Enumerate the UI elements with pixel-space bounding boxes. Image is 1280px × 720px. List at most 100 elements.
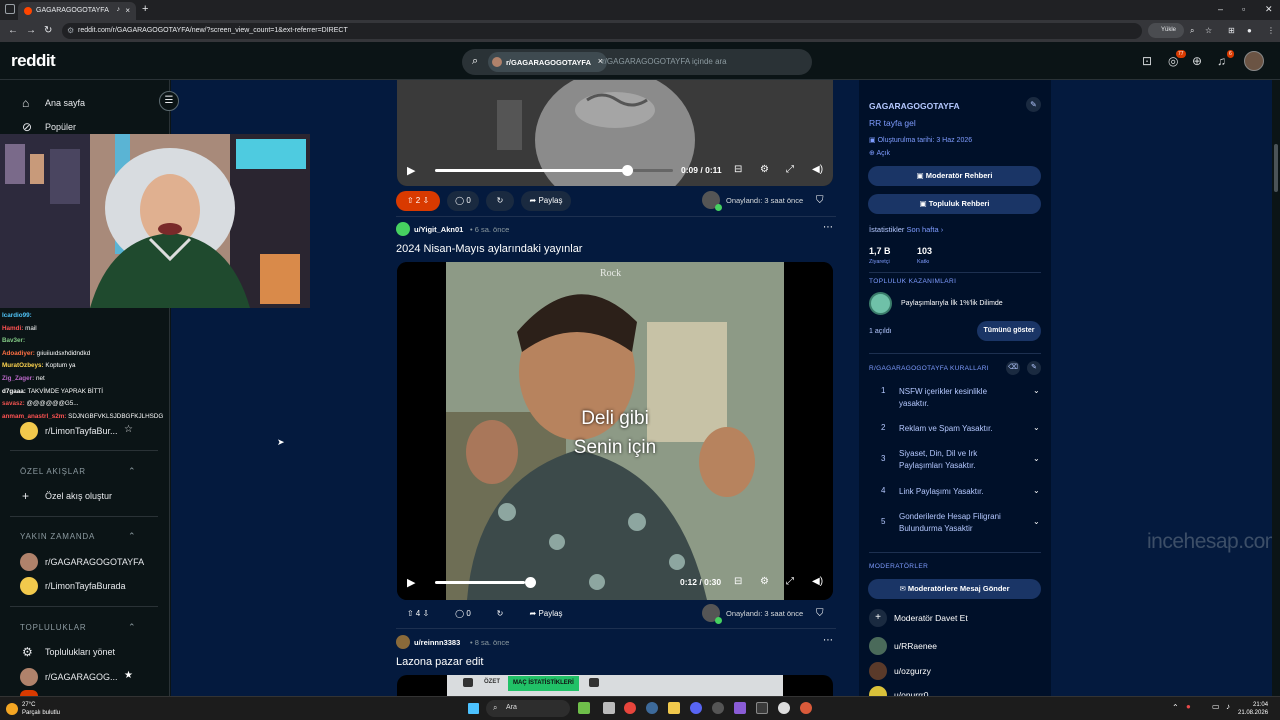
settings-gear-icon[interactable]: ⚙ [760, 164, 769, 175]
user-avatar[interactable] [1244, 51, 1264, 71]
recent-header[interactable]: YAKIN ZAMANDA ⌃ [20, 531, 136, 541]
reload-button[interactable]: ↻ [44, 25, 52, 36]
chevron-down-icon[interactable]: ⌄ [1033, 423, 1040, 432]
page-scrollbar[interactable] [1272, 80, 1280, 696]
mod-shield-icon[interactable]: ⛉ [816, 608, 824, 619]
notification-bell-icon[interactable]: ♫ [1217, 54, 1226, 68]
community-guide-button[interactable]: ▣ Topluluk Rehberi [868, 194, 1041, 214]
post2-progress-knob[interactable] [525, 577, 536, 588]
post2-user-avatar[interactable] [396, 222, 410, 236]
settings-gear-icon[interactable]: ⚙ [760, 576, 769, 587]
post2-title[interactable]: 2024 Nisan-Mayıs aylarındaki yayınlar [396, 243, 582, 255]
forward-button[interactable]: → [26, 25, 36, 36]
post1-progress-rest[interactable] [633, 169, 673, 172]
mod-shield-icon[interactable]: ⛉ [816, 195, 824, 206]
scrollbar-thumb[interactable] [1274, 144, 1278, 192]
downvote-icon[interactable]: ⇩ [422, 196, 429, 205]
url-field[interactable]: ⚙ reddit.com/r/GAGARAGOGOTAYFA/new/?scre… [62, 23, 1142, 39]
minimize-button[interactable]: – [1218, 4, 1223, 14]
post1-crosspost-button[interactable]: ↻ [486, 191, 514, 211]
post2-comments-button[interactable]: ◯ 0 [447, 604, 479, 624]
search-input[interactable]: r/GAGARAGOGOTAYFA içinde ara [602, 57, 727, 66]
chevron-down-icon[interactable]: ⌄ [1033, 386, 1040, 395]
communities-header[interactable]: TOPLULUKLAR ⌃ [20, 622, 136, 632]
new-tab-button[interactable]: + [142, 3, 148, 15]
chevron-down-icon[interactable]: ⌄ [1033, 517, 1040, 526]
app-grid-icon[interactable] [734, 702, 746, 714]
volume-icon[interactable]: ◀) [812, 576, 823, 587]
site-info-icon[interactable]: ⚙ [67, 26, 74, 35]
edit-pencil-icon[interactable]: ✎ [1026, 97, 1041, 112]
maximize-button[interactable]: ▫ [1242, 4, 1245, 14]
fullscreen-icon[interactable]: ⤢ [786, 576, 794, 587]
play-icon[interactable]: ▶ [407, 576, 415, 589]
post2-more-icon[interactable]: ⋯ [823, 222, 833, 233]
rules-edit-icon[interactable]: ✎ [1027, 361, 1041, 375]
app-icon[interactable] [756, 702, 768, 714]
taskbar-search[interactable]: ⌕ Ara [486, 700, 570, 717]
profile-icon[interactable]: ● [1247, 26, 1252, 35]
menu-dots-icon[interactable]: ⋮ [1267, 26, 1275, 35]
manage-communities-button[interactable]: ⚙ Toplulukları yönet [0, 645, 168, 659]
advertise-icon[interactable]: ⊡ [1142, 54, 1152, 68]
sidebar-item-fav-community[interactable]: r/LimonTayfaBur... ☆ [0, 422, 168, 440]
browser-tab[interactable]: GAGARAGOGOTAYFA ♪ × [18, 2, 136, 20]
chevron-up-icon[interactable]: ⌃ [128, 531, 136, 542]
install-button[interactable]: Yükle [1148, 23, 1184, 38]
tray-mic-icon[interactable]: ● [1186, 702, 1191, 711]
fullscreen-icon[interactable]: ⤢ [786, 164, 794, 175]
post2-video[interactable]: Rock Deli gibi Senin için ▶ 0:12 / 0:30 … [397, 262, 833, 600]
post3-user-avatar[interactable] [396, 635, 410, 649]
volume-icon[interactable]: ◀) [812, 164, 823, 175]
rules-delete-icon[interactable]: ⌫ [1006, 361, 1020, 375]
post2-share-button[interactable]: ➦ Paylaş [521, 604, 571, 624]
rule-item[interactable]: 4 Link Paylaşımı Yasaktır. ⌄ [869, 486, 1041, 498]
back-button[interactable]: ← [8, 25, 18, 36]
sidebar-item-popular[interactable]: ⊘ Popüler [0, 120, 168, 134]
file-explorer-icon[interactable] [668, 702, 680, 714]
search-bar[interactable]: ⌕ r/GAGARAGOGOTAYFA × r/GAGARAGOGOTAYFA … [462, 49, 812, 75]
sidebar-toggle-button[interactable]: ☰ [159, 91, 179, 111]
chevron-up-icon[interactable]: ⌃ [128, 622, 136, 633]
post1-progress[interactable] [435, 169, 628, 172]
post2-progress[interactable] [435, 581, 525, 584]
sidebar-item-community[interactable]: r/GAGARAGOG... ★ [0, 668, 168, 686]
chrome-icon[interactable] [624, 702, 636, 714]
taskbar-clock[interactable]: 21:04 21.08.2026 [1238, 701, 1268, 717]
post1-progress-knob[interactable] [622, 165, 633, 176]
sidebar-item-recent[interactable]: r/LimonTayfaBurada [0, 577, 168, 595]
rule-item[interactable]: 1 NSFW içerikler kesinlikle yasaktır. ⌄ [869, 386, 1041, 410]
weather-widget[interactable]: 27°C Parçalı bulutlu [6, 701, 60, 717]
tray-network-icon[interactable]: ▭ [1212, 702, 1220, 711]
chevron-down-icon[interactable]: ⌄ [1033, 486, 1040, 495]
captions-icon[interactable]: ⊟ [734, 576, 742, 587]
app-star-icon[interactable] [800, 702, 812, 714]
post3-media[interactable]: ÖZET MAÇ İSTATİSTİKLERİ [397, 675, 833, 696]
post3-more-icon[interactable]: ⋯ [823, 635, 833, 646]
play-icon[interactable]: ▶ [407, 164, 415, 177]
chevron-up-icon[interactable]: ⌃ [128, 466, 136, 477]
message-mods-button[interactable]: ✉ Moderatörlere Mesaj Gönder [868, 579, 1041, 599]
sidebar-item-home[interactable]: ⌂ Ana sayfa [0, 96, 168, 110]
discord-icon[interactable] [690, 702, 702, 714]
tab-close-icon[interactable]: × [125, 6, 130, 15]
tab-search-icon[interactable] [5, 4, 15, 14]
reddit-logo[interactable]: reddit [11, 51, 56, 71]
rule-item[interactable]: 3 Siyaset, Din, Dil ve Irk Paylaşımları Y… [869, 448, 1041, 472]
subreddit-search-chip[interactable]: r/GAGARAGOGOTAYFA × [488, 52, 608, 72]
sidebar-item-recent[interactable]: r/GAGARAGOGOTAYFA [0, 553, 168, 571]
chatgpt-icon[interactable] [778, 702, 790, 714]
post1-comments-button[interactable]: ◯ 0 [447, 191, 479, 211]
upvote-icon[interactable]: ⇧ [407, 196, 414, 205]
downvote-icon[interactable]: ⇩ [422, 609, 429, 618]
favorite-star-icon[interactable]: ☆ [124, 424, 133, 435]
task-view-icon[interactable] [603, 702, 615, 714]
post1-video[interactable]: ▶ 0:09 / 0:11 ⊟ ⚙ ⤢ ◀) [397, 80, 833, 186]
post2-crosspost-button[interactable]: ↻ [486, 604, 514, 624]
mod-guide-button[interactable]: ▣ Moderatör Rehberi [868, 166, 1041, 186]
zoom-icon[interactable]: ⌕ [1190, 26, 1194, 36]
show-all-button[interactable]: Tümünü göster [977, 321, 1041, 341]
post2-username[interactable]: u/Yigit_Akn01 [414, 225, 463, 234]
upvote-icon[interactable]: ⇧ [407, 609, 414, 618]
post1-share-button[interactable]: ➦ Paylaş [521, 191, 571, 211]
